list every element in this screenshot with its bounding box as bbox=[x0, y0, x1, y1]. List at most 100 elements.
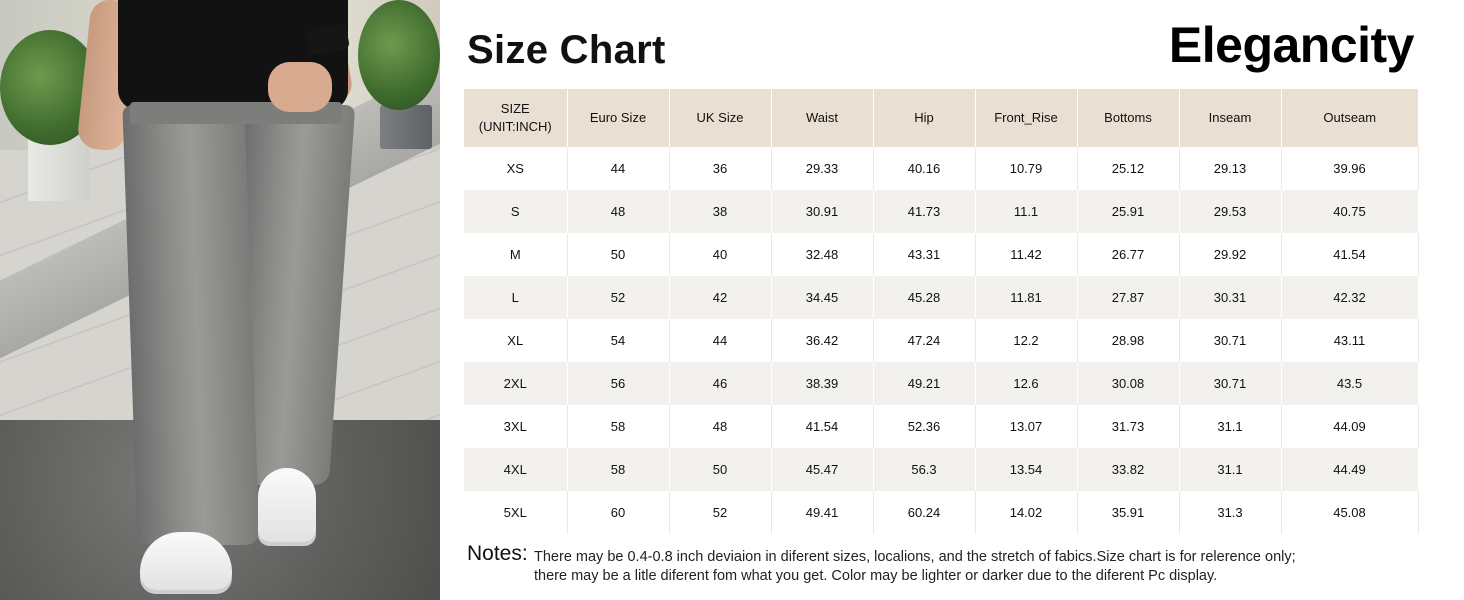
column-header: Inseam bbox=[1179, 89, 1282, 147]
table-cell: 30.91 bbox=[771, 190, 874, 233]
size-cell: 2XL bbox=[464, 362, 568, 405]
table-cell: 50 bbox=[567, 233, 670, 276]
table-cell: 47.24 bbox=[873, 319, 976, 362]
table-body: XS 44 36 29.33 40.16 10.79 25.12 29.13 39.96 S 48 3… bbox=[464, 147, 1419, 534]
table-row: M 50 40 32.48 43.31 11.42 26.77 29.92 41.54 bbox=[464, 233, 1419, 276]
table-cell: 27.87 bbox=[1077, 276, 1180, 319]
table-cell: 29.53 bbox=[1179, 190, 1282, 233]
table-cell: 44.09 bbox=[1281, 405, 1419, 448]
table-cell: 52 bbox=[567, 276, 670, 319]
table-cell: 56.3 bbox=[873, 448, 976, 491]
column-header: Front_Rise bbox=[975, 89, 1078, 147]
size-table: SIZE (UNIT:INCH) Euro Size UK Size Waist Hip F… bbox=[464, 89, 1419, 534]
column-header: SIZE (UNIT:INCH) bbox=[464, 89, 568, 147]
column-header: Bottoms bbox=[1077, 89, 1180, 147]
table-cell: 40.75 bbox=[1281, 190, 1419, 233]
table-cell: 48 bbox=[669, 405, 772, 448]
table-row: XS 44 36 29.33 40.16 10.79 25.12 29.13 39.96 bbox=[464, 147, 1419, 190]
notes-label: Notes: bbox=[467, 542, 528, 565]
table-row: S 48 38 30.91 41.73 11.1 25.91 29.53 40.75 bbox=[464, 190, 1419, 233]
table-cell: 36 bbox=[669, 147, 772, 190]
table-cell: 12.2 bbox=[975, 319, 1078, 362]
table-cell: 60 bbox=[567, 491, 670, 534]
size-cell: S bbox=[464, 190, 568, 233]
right-hand bbox=[268, 62, 332, 112]
column-header: Outseam bbox=[1281, 89, 1418, 147]
notes-line-1: There may be 0.4-0.8 inch deviaion in di… bbox=[534, 549, 1296, 565]
column-header: Euro Size bbox=[567, 89, 670, 147]
size-cell: M bbox=[464, 233, 568, 276]
table-cell: 54 bbox=[567, 319, 670, 362]
planter-left bbox=[28, 135, 90, 201]
table-cell: 11.42 bbox=[975, 233, 1078, 276]
table-cell: 26.77 bbox=[1077, 233, 1180, 276]
table-cell: 25.91 bbox=[1077, 190, 1180, 233]
table-cell: 58 bbox=[567, 448, 670, 491]
table-cell: 38.39 bbox=[771, 362, 874, 405]
table-cell: 43.5 bbox=[1281, 362, 1419, 405]
table-cell: 41.54 bbox=[771, 405, 874, 448]
table-cell: 50 bbox=[669, 448, 772, 491]
table-cell: 35.91 bbox=[1077, 491, 1180, 534]
table-row: 4XL 58 50 45.47 56.3 13.54 33.82 31.1 44.49 bbox=[464, 448, 1419, 491]
table-cell: 14.02 bbox=[975, 491, 1078, 534]
column-header: UK Size bbox=[669, 89, 772, 147]
column-header: Hip bbox=[873, 89, 976, 147]
table-cell: 28.98 bbox=[1077, 319, 1180, 362]
table-row: 3XL 58 48 41.54 52.36 13.07 31.73 31.1 44.09 bbox=[464, 405, 1419, 448]
table-cell: 49.41 bbox=[771, 491, 874, 534]
model-wearing-gray-jeans-photo bbox=[0, 0, 440, 600]
table-cell: 31.1 bbox=[1179, 405, 1282, 448]
size-cell: 5XL bbox=[464, 491, 568, 534]
table-cell: 42 bbox=[669, 276, 772, 319]
table-cell: 44 bbox=[669, 319, 772, 362]
table-cell: 11.81 bbox=[975, 276, 1078, 319]
table-cell: 45.08 bbox=[1281, 491, 1419, 534]
table-cell: 42.32 bbox=[1281, 276, 1419, 319]
table-cell: 58 bbox=[567, 405, 670, 448]
brand-logo: Elegancity bbox=[1168, 17, 1415, 73]
table-cell: 30.08 bbox=[1077, 362, 1180, 405]
table-cell: 30.31 bbox=[1179, 276, 1282, 319]
table-cell: 30.71 bbox=[1179, 319, 1282, 362]
table-cell: 39.96 bbox=[1281, 147, 1419, 190]
table-cell: 52 bbox=[669, 491, 772, 534]
table-cell: 25.12 bbox=[1077, 147, 1180, 190]
size-chart-page: Size Chart Elegancity SIZE (UNIT:INCH) Eur… bbox=[0, 0, 1464, 600]
table-cell: 13.54 bbox=[975, 448, 1078, 491]
table-cell: 41.73 bbox=[873, 190, 976, 233]
table-cell: 56 bbox=[567, 362, 670, 405]
table-cell: 31.1 bbox=[1179, 448, 1282, 491]
table-cell: 52.36 bbox=[873, 405, 976, 448]
table-cell: 10.79 bbox=[975, 147, 1078, 190]
table-cell: 48 bbox=[567, 190, 670, 233]
table-cell: 12.6 bbox=[975, 362, 1078, 405]
table-cell: 38 bbox=[669, 190, 772, 233]
table-cell: 44 bbox=[567, 147, 670, 190]
size-cell: XS bbox=[464, 147, 568, 190]
table-cell: 11.1 bbox=[975, 190, 1078, 233]
table-cell: 43.31 bbox=[873, 233, 976, 276]
table-cell: 29.92 bbox=[1179, 233, 1282, 276]
table-cell: 41.54 bbox=[1281, 233, 1419, 276]
table-cell: 34.45 bbox=[771, 276, 874, 319]
table-cell: 49.21 bbox=[873, 362, 976, 405]
table-cell: 13.07 bbox=[975, 405, 1078, 448]
table-row: 2XL 56 46 38.39 49.21 12.6 30.08 30.71 43.5 bbox=[464, 362, 1419, 405]
page-title: Size Chart bbox=[467, 28, 666, 72]
table-cell: 31.73 bbox=[1077, 405, 1180, 448]
table-cell: 31.3 bbox=[1179, 491, 1282, 534]
table-cell: 46 bbox=[669, 362, 772, 405]
table-cell: 60.24 bbox=[873, 491, 976, 534]
table-cell: 40.16 bbox=[873, 147, 976, 190]
table-cell: 40 bbox=[669, 233, 772, 276]
plant-right bbox=[358, 0, 440, 110]
table-row: L 52 42 34.45 45.28 11.81 27.87 30.31 42.32 bbox=[464, 276, 1419, 319]
table-cell: 30.71 bbox=[1179, 362, 1282, 405]
table-row: XL 54 44 36.42 47.24 12.2 28.98 30.71 43.11 bbox=[464, 319, 1419, 362]
table-cell: 36.42 bbox=[771, 319, 874, 362]
right-sneaker bbox=[258, 468, 316, 542]
table-cell: 43.11 bbox=[1281, 319, 1419, 362]
table-cell: 32.48 bbox=[771, 233, 874, 276]
table-cell: 45.28 bbox=[873, 276, 976, 319]
